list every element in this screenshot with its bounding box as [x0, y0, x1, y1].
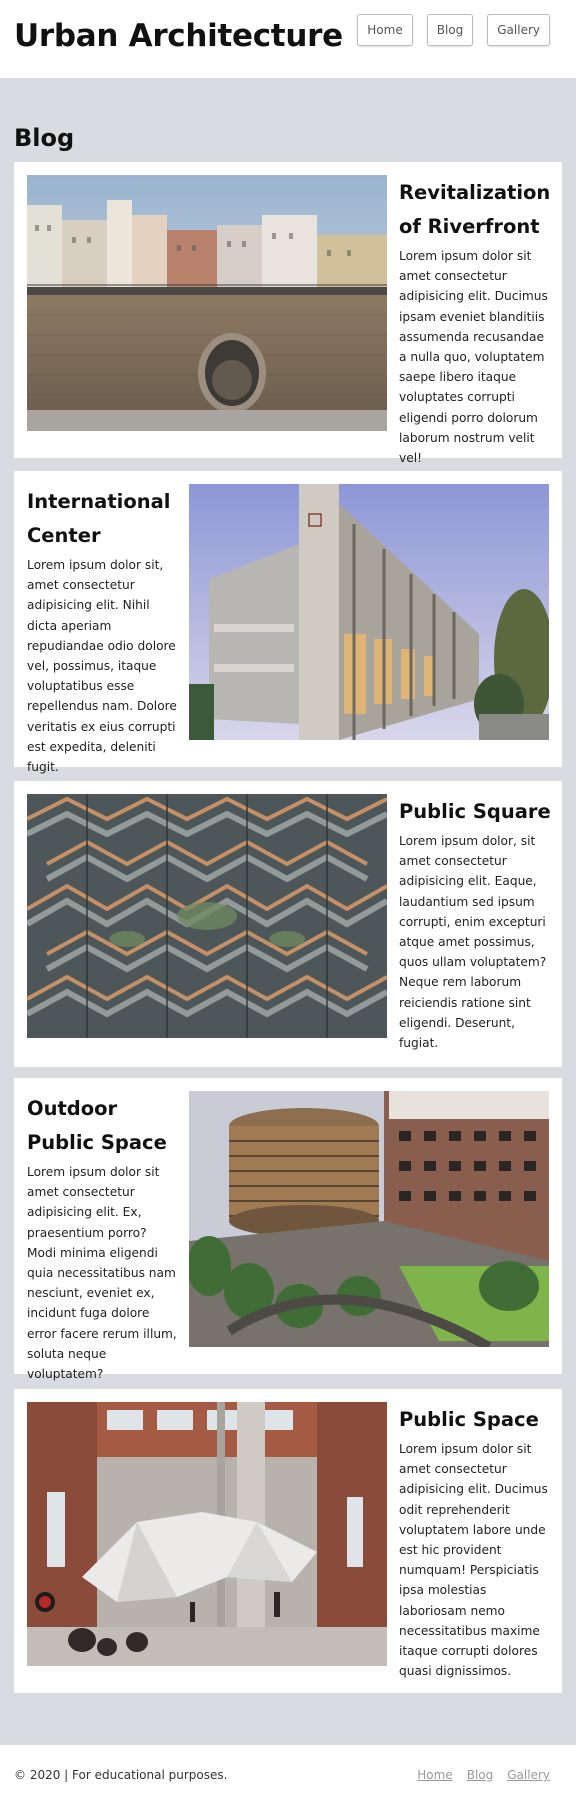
page-title: Blog [14, 124, 75, 152]
post-image-public-square [27, 794, 387, 1038]
footer-nav: Home Blog Gallery [417, 1768, 550, 1782]
footer-blog-link[interactable]: Blog [467, 1768, 494, 1782]
post-title: Outdoor Public Space [27, 1097, 167, 1154]
post-body: Lorem ipsum dolor sit amet consectetur a… [27, 1165, 177, 1382]
site-header: Urban Architecture Home Blog Gallery [0, 0, 576, 78]
blog-post-card: Public Space Lorem ipsum dolor sit amet … [14, 1389, 562, 1693]
post-body: Lorem ipsum dolor sit amet consectetur a… [399, 1442, 548, 1679]
site-title: Urban Architecture [14, 18, 343, 54]
top-nav: Home Blog Gallery [357, 14, 550, 46]
blog-post-card: Outdoor Public Space Lorem ipsum dolor s… [14, 1078, 562, 1381]
post-image-outdoor-public-space [189, 1091, 549, 1347]
post-title: Public Square [399, 800, 551, 823]
post-text: International Center Lorem ipsum dolor s… [27, 485, 179, 777]
blog-post-card: Revitalization of Riverfront Lorem ipsum… [14, 162, 562, 465]
post-title: International Center [27, 490, 171, 547]
post-text: Outdoor Public Space Lorem ipsum dolor s… [27, 1092, 179, 1384]
post-image-international-center [189, 484, 549, 740]
nav-home-button[interactable]: Home [357, 14, 413, 46]
footer-gallery-link[interactable]: Gallery [507, 1768, 550, 1782]
blog-post-card: Public Square Lorem ipsum dolor, sit ame… [14, 781, 562, 1067]
nav-gallery-button[interactable]: Gallery [487, 14, 550, 46]
blog-post-card: International Center Lorem ipsum dolor s… [14, 471, 562, 774]
nav-blog-button[interactable]: Blog [426, 14, 474, 46]
footer-home-link[interactable]: Home [417, 1768, 452, 1782]
post-body: Lorem ipsum dolor sit, amet consectetur … [27, 558, 177, 775]
post-body: Lorem ipsum dolor, sit amet consectetur … [399, 834, 547, 1051]
post-body: Lorem ipsum dolor sit amet consectetur a… [399, 249, 548, 466]
post-title: Public Space [399, 1408, 539, 1431]
post-image-riverfront [27, 175, 387, 431]
post-title: Revitalization of Riverfront [399, 181, 551, 238]
site-footer: © 2020 | For educational purposes. Home … [0, 1745, 576, 1815]
post-text: Public Square Lorem ipsum dolor, sit ame… [399, 795, 551, 1053]
post-image-public-space [27, 1402, 387, 1666]
post-text: Revitalization of Riverfront Lorem ipsum… [399, 176, 551, 468]
copyright-text: © 2020 | For educational purposes. [14, 1768, 228, 1782]
post-text: Public Space Lorem ipsum dolor sit amet … [399, 1403, 551, 1681]
